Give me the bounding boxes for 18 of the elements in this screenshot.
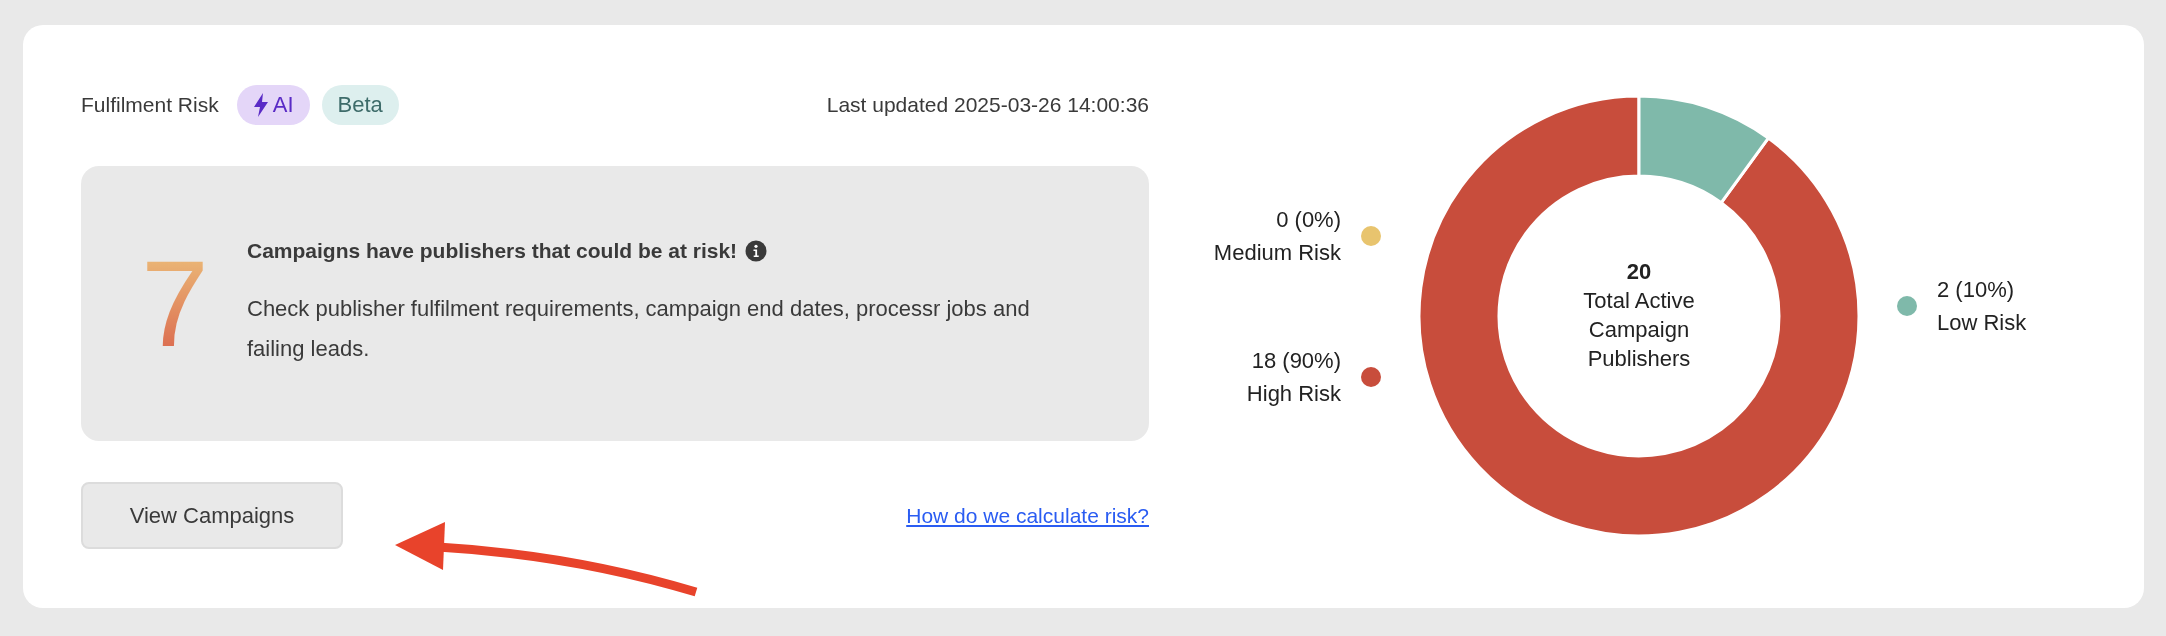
legend-count: 2 (10%) [1937, 276, 2016, 304]
alert-title: Campaigns have publishers that could be at risk! [247, 238, 738, 263]
last-updated-text: Last updated 2025-03-26 14:00:36 [826, 93, 1149, 117]
view-campaigns-button[interactable]: View Campaigns [81, 482, 343, 549]
total-label: Total Active Campaign Publishers [1582, 287, 1696, 373]
info-icon[interactable] [745, 239, 768, 262]
legend-count: 18 (90%) [1250, 347, 1341, 375]
alert-description: Check publisher fulfilment requirements, campaign end dates, processr jobs and failing leads. [247, 294, 1031, 363]
card-title: Fulfilment Risk [81, 93, 219, 117]
beta-badge: Beta [321, 85, 399, 125]
total-count: 20 [1625, 258, 1653, 286]
legend-label: Low Risk [1937, 309, 2027, 337]
lightning-icon [252, 93, 269, 117]
legend-count: 0 (0%) [1275, 206, 1341, 234]
legend-label: High Risk [1246, 380, 1341, 408]
ai-badge: AI [236, 85, 310, 125]
calculate-risk-link[interactable]: How do we calculate risk? [906, 503, 1149, 528]
legend-label: Medium Risk [1213, 239, 1341, 267]
